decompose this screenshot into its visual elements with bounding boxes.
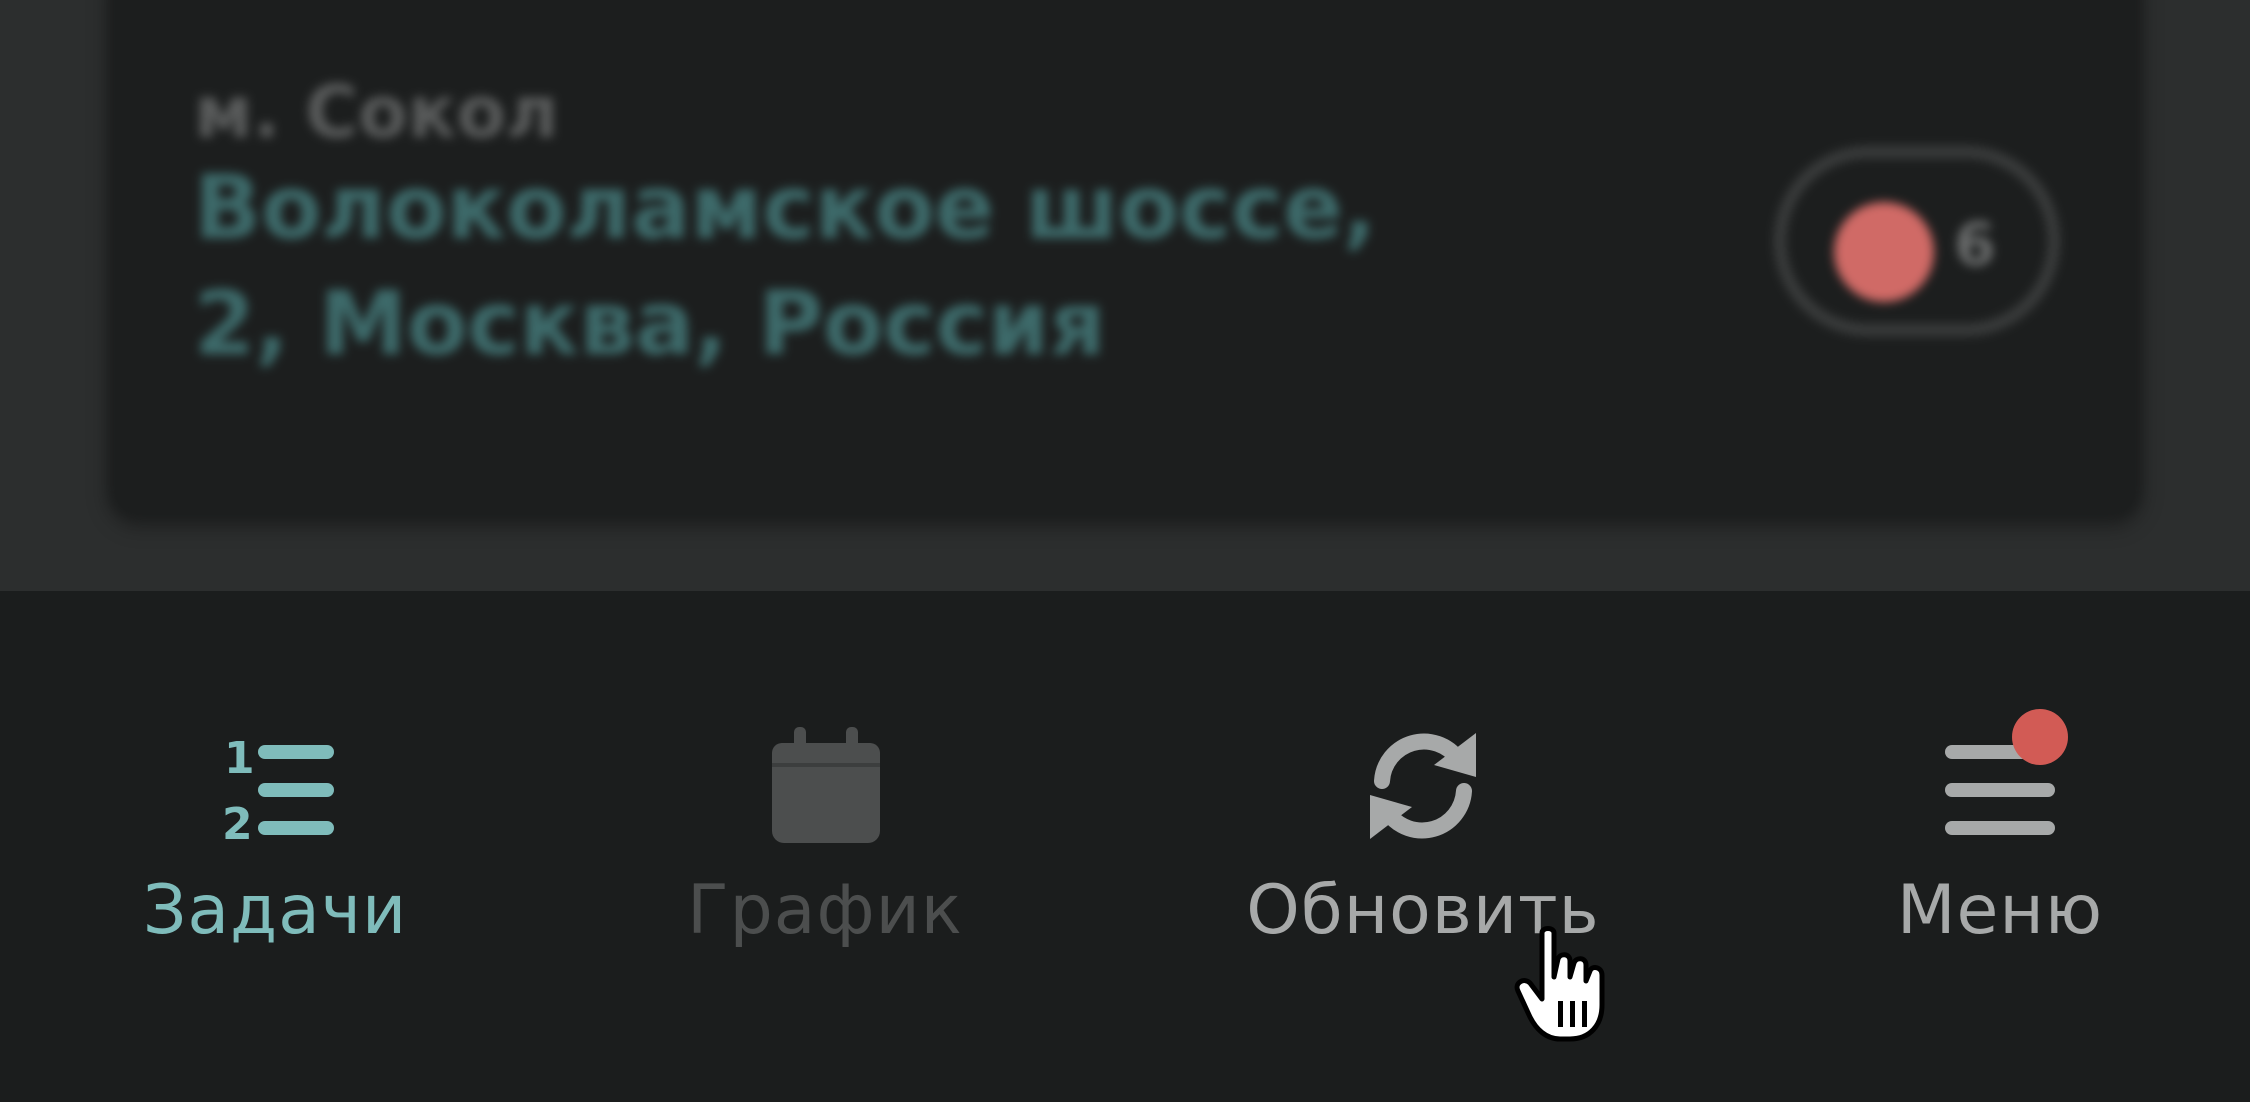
- task-card[interactable]: м. Сокол Волоколамское шоссе, 2, Москва,…: [108, 0, 2142, 520]
- refresh-icon: [1370, 733, 1476, 839]
- app-screen: м. Сокол Волоколамское шоссе, 2, Москва,…: [0, 0, 2250, 1102]
- nav-tab-tasks[interactable]: 1 2 Задачи: [65, 721, 485, 961]
- card-address: Волоколамское шоссе, 2, Москва, Россия: [194, 156, 1377, 375]
- calendar-icon: [772, 727, 880, 843]
- card-metro-station: м. Сокол: [194, 70, 559, 154]
- status-dot-icon: [1834, 202, 1934, 302]
- numbered-list-icon: 1 2: [222, 733, 334, 850]
- svg-text:2: 2: [222, 799, 253, 850]
- notification-badge: [2012, 709, 2068, 765]
- nav-label-refresh: Обновить: [1246, 871, 1600, 950]
- nav-label-menu: Меню: [1896, 871, 2104, 950]
- svg-text:1: 1: [224, 733, 255, 784]
- card-status-toggle[interactable]: 6: [1774, 146, 2060, 336]
- card-toggle-count: 6: [1954, 210, 1996, 280]
- nav-label-schedule: График: [687, 871, 963, 950]
- bottom-navigation: 1 2 Задачи График Обновить Меню: [0, 591, 2250, 1102]
- nav-tab-schedule[interactable]: График: [615, 721, 1035, 961]
- nav-tab-menu[interactable]: Меню: [1790, 709, 2210, 961]
- nav-tab-refresh[interactable]: Обновить: [1213, 721, 1633, 961]
- task-list-area: м. Сокол Волоколамское шоссе, 2, Москва,…: [0, 0, 2250, 591]
- nav-label-tasks: Задачи: [142, 871, 408, 950]
